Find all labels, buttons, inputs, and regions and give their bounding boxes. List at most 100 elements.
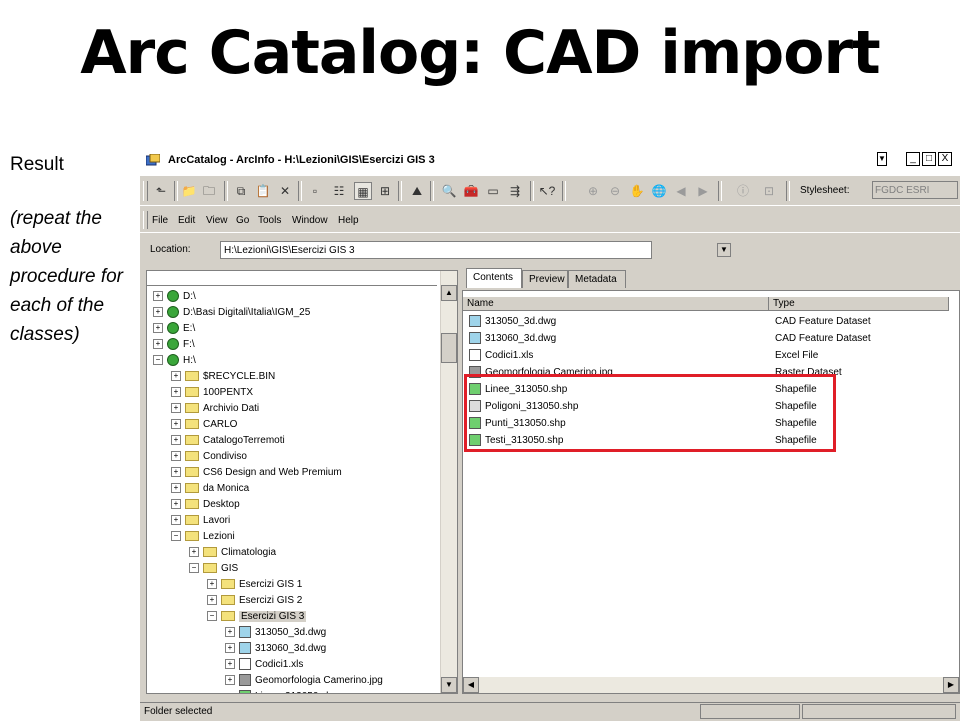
expand-icon[interactable]: +: [225, 675, 235, 686]
tree-item[interactable]: + F:\: [153, 337, 195, 353]
tree-item[interactable]: − H:\: [153, 353, 196, 369]
expand-icon[interactable]: +: [207, 595, 217, 606]
tree-vertical-scrollbar[interactable]: ▲ ▼: [440, 271, 457, 693]
tree-item[interactable]: +313050_3d.dwg: [225, 625, 326, 641]
expand-icon[interactable]: +: [225, 627, 235, 638]
command-line-icon[interactable]: ▭: [484, 182, 502, 200]
tree-item[interactable]: + $RECYCLE.BIN: [171, 369, 275, 385]
menu-go[interactable]: Go: [236, 215, 249, 226]
create-thumbnail-icon[interactable]: ⊡: [760, 182, 778, 200]
expand-icon[interactable]: +: [153, 291, 163, 302]
large-icons-icon[interactable]: ▫: [306, 182, 324, 200]
expand-icon[interactable]: +: [171, 435, 181, 446]
expand-icon[interactable]: +: [171, 451, 181, 462]
collapse-icon[interactable]: −: [153, 355, 163, 366]
tree-item[interactable]: − Lezioni: [171, 529, 235, 545]
search-icon[interactable]: 🔍: [440, 182, 458, 200]
tree-item[interactable]: + Geomorfologia Camerino.jpg: [225, 673, 383, 689]
menu-view[interactable]: View: [206, 215, 228, 226]
menu-tools[interactable]: Tools: [258, 215, 281, 226]
expand-icon[interactable]: +: [225, 659, 235, 670]
thumbnails-icon[interactable]: ⊞: [376, 182, 394, 200]
tree-item[interactable]: + da Monica: [171, 481, 249, 497]
expand-icon[interactable]: +: [171, 467, 181, 478]
contents-row[interactable]: 313050_3d.dwg CAD Feature Dataset: [463, 313, 953, 330]
tree-item[interactable]: + D:\Basi Digitali\Italia\IGM_25: [153, 305, 310, 321]
copy-icon[interactable]: ⧉: [232, 182, 250, 200]
expand-icon[interactable]: +: [207, 579, 217, 590]
scroll-left-button[interactable]: ◀: [463, 677, 479, 693]
contents-row[interactable]: 313060_3d.dwg CAD Feature Dataset: [463, 330, 953, 347]
tree-item[interactable]: + Lavori: [171, 513, 230, 529]
tree-item[interactable]: + Esercizi GIS 1: [207, 577, 302, 593]
menu-edit[interactable]: Edit: [178, 215, 195, 226]
tree-item[interactable]: +100PENTX: [171, 385, 253, 401]
location-field[interactable]: H:\Lezioni\GIS\Esercizi GIS 3 ▼: [220, 241, 731, 259]
tree-item[interactable]: + D:\: [153, 289, 196, 305]
expand-icon[interactable]: +: [171, 371, 181, 382]
menu-file[interactable]: File: [152, 215, 168, 226]
tree-item[interactable]: + CARLO: [171, 417, 237, 433]
scroll-down-button[interactable]: ▼: [441, 677, 457, 693]
menu-help[interactable]: Help: [338, 215, 359, 226]
catalog-tree[interactable]: + D:\ + D:\Basi Digitali\Italia\IGM_25 + E:\ +…: [146, 270, 458, 694]
expand-icon[interactable]: +: [171, 403, 181, 414]
tree-item[interactable]: + E:\: [153, 321, 195, 337]
pan-icon[interactable]: ✋: [628, 182, 646, 200]
model-builder-icon[interactable]: ⇶: [506, 182, 524, 200]
tab-contents[interactable]: Contents: [466, 268, 522, 288]
collapse-icon[interactable]: −: [171, 531, 181, 542]
minimize-button[interactable]: _: [906, 152, 920, 166]
tree-item[interactable]: + Archivio Dati: [171, 401, 259, 417]
tree-item[interactable]: + Esercizi GIS 2: [207, 593, 302, 609]
expand-icon[interactable]: +: [153, 339, 163, 350]
details-icon[interactable]: ▦: [354, 182, 372, 200]
whats-this-icon[interactable]: ↖?: [538, 182, 556, 200]
expand-icon[interactable]: +: [171, 499, 181, 510]
tree-item[interactable]: Linee_313050.shp: [225, 689, 337, 693]
toolbar-grip[interactable]: [143, 181, 148, 201]
tree-item[interactable]: + CatalogoTerremoti: [171, 433, 285, 449]
connect-folder-icon[interactable]: 📁: [180, 182, 198, 200]
tree-item[interactable]: +313060_3d.dwg: [225, 641, 326, 657]
contents-horizontal-scrollbar[interactable]: ◀ ▶: [463, 677, 959, 693]
tree-item[interactable]: + CS6 Design and Web Premium: [171, 465, 342, 481]
back-icon[interactable]: ◀: [672, 182, 690, 200]
zoom-out-icon[interactable]: ⊖: [606, 182, 624, 200]
scroll-right-button[interactable]: ▶: [943, 677, 959, 693]
toolbox-icon[interactable]: 🧰: [462, 182, 480, 200]
tab-metadata[interactable]: Metadata: [568, 270, 626, 288]
contents-pane[interactable]: Name Type 313050_3d.dwg CAD Feature Datas…: [462, 290, 960, 694]
scroll-up-button[interactable]: ▲: [441, 285, 457, 301]
zoom-in-icon[interactable]: ⊕: [584, 182, 602, 200]
tab-preview[interactable]: Preview: [522, 270, 568, 288]
title-dropdown-button[interactable]: ▼: [877, 152, 887, 166]
tree-item[interactable]: + Condiviso: [171, 449, 247, 465]
up-one-level-icon[interactable]: ⬑: [152, 182, 170, 200]
expand-icon[interactable]: +: [171, 387, 181, 398]
identify-icon[interactable]: ⓘ: [734, 182, 752, 200]
expand-icon[interactable]: +: [171, 483, 181, 494]
contents-row[interactable]: Codici1.xls Excel File: [463, 347, 953, 364]
collapse-icon[interactable]: −: [189, 563, 199, 574]
stylesheet-select[interactable]: FGDC ESRI: [872, 181, 958, 199]
tree-item[interactable]: − GIS: [189, 561, 238, 577]
forward-icon[interactable]: ▶: [694, 182, 712, 200]
tree-item[interactable]: − Esercizi GIS 3: [207, 609, 307, 625]
tree-item[interactable]: + Climatologia: [189, 545, 276, 561]
expand-icon[interactable]: +: [225, 643, 235, 654]
tree-item[interactable]: + Desktop: [171, 497, 240, 513]
menu-grip[interactable]: [143, 211, 148, 229]
expand-icon[interactable]: +: [171, 419, 181, 430]
close-button[interactable]: X: [938, 152, 952, 166]
tree-item[interactable]: + Codici1.xls: [225, 657, 303, 673]
location-dropdown-button[interactable]: ▼: [717, 243, 731, 257]
expand-icon[interactable]: +: [189, 547, 199, 558]
expand-icon[interactable]: +: [153, 307, 163, 318]
maximize-button[interactable]: □: [922, 152, 936, 166]
full-extent-icon[interactable]: 🌐: [650, 182, 668, 200]
paste-icon[interactable]: 📋: [254, 182, 272, 200]
collapse-icon[interactable]: −: [207, 611, 217, 622]
delete-icon[interactable]: ✕: [276, 182, 294, 200]
disconnect-folder-icon[interactable]: 🗀: [200, 182, 218, 200]
